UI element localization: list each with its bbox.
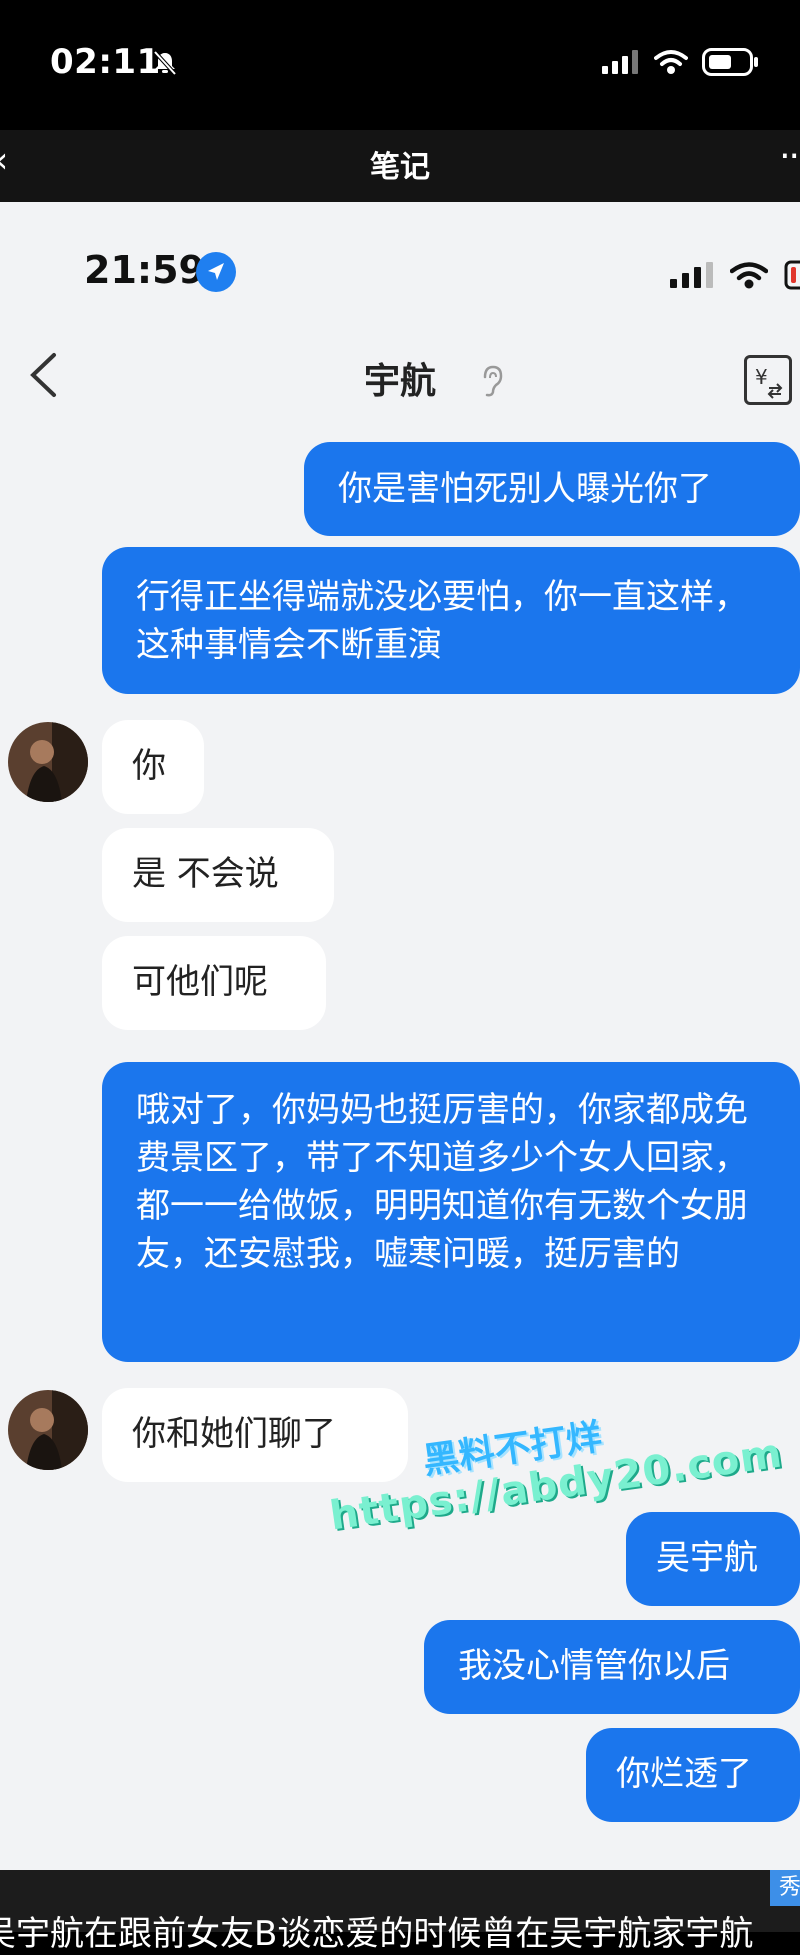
ear-icon	[483, 365, 503, 397]
message-bubble-outgoing: 你烂透了	[586, 1728, 800, 1822]
message-bubble-incoming: 你	[102, 720, 204, 814]
signal-icon	[602, 50, 638, 74]
message-bubble-outgoing: 行得正坐得端就没必要怕，你一直这样，这种事情会不断重演	[102, 547, 800, 694]
inner-status-icons	[670, 260, 800, 290]
inner-status-time: 21:59	[84, 248, 205, 292]
svg-text:¥: ¥	[755, 365, 768, 389]
translate-icon[interactable]: ¥	[744, 355, 792, 405]
inner-battery-icon	[784, 260, 800, 290]
contact-avatar	[8, 722, 88, 802]
location-arrow-icon	[196, 252, 236, 292]
wifi-icon	[654, 50, 688, 74]
chat-screenshot: 21:59 宇航 ¥ 你是害怕死别人曝光你了 行得正坐得端就没必要怕，你一直这样…	[0, 202, 800, 1870]
inner-wifi-icon	[730, 262, 768, 289]
message-bubble-outgoing: 哦对了，你妈妈也挺厉害的，你家都成免费景区了，带了不知道多少个女人回家，都一一给…	[102, 1062, 800, 1362]
contact-avatar	[8, 1390, 88, 1470]
corner-badge: 秀	[770, 1870, 800, 1906]
message-bubble-outgoing: 我没心情管你以后	[424, 1620, 800, 1714]
more-options-icon[interactable]: ··	[779, 136, 800, 177]
silent-bell-icon	[153, 50, 177, 76]
outer-status-icons	[602, 48, 760, 76]
outer-status-time: 02:11	[50, 42, 161, 82]
message-bubble-outgoing: 吴宇航	[626, 1512, 800, 1606]
message-bubble-incoming: 是 不会说	[102, 828, 334, 922]
outer-nav-title: 笔记	[370, 150, 430, 185]
message-bubble-incoming: 可他们呢	[102, 936, 326, 1030]
battery-icon	[702, 48, 758, 76]
message-bubble-incoming: 你和她们聊了	[102, 1388, 408, 1482]
inner-signal-icon	[670, 262, 713, 288]
message-bubble-outgoing: 你是害怕死别人曝光你了	[304, 442, 800, 536]
chat-contact-name: 宇航	[363, 361, 436, 402]
caption-text: 吴宇航在跟前女友B谈恋爱的时候曾在吴宇航家宇航	[0, 1914, 754, 1954]
